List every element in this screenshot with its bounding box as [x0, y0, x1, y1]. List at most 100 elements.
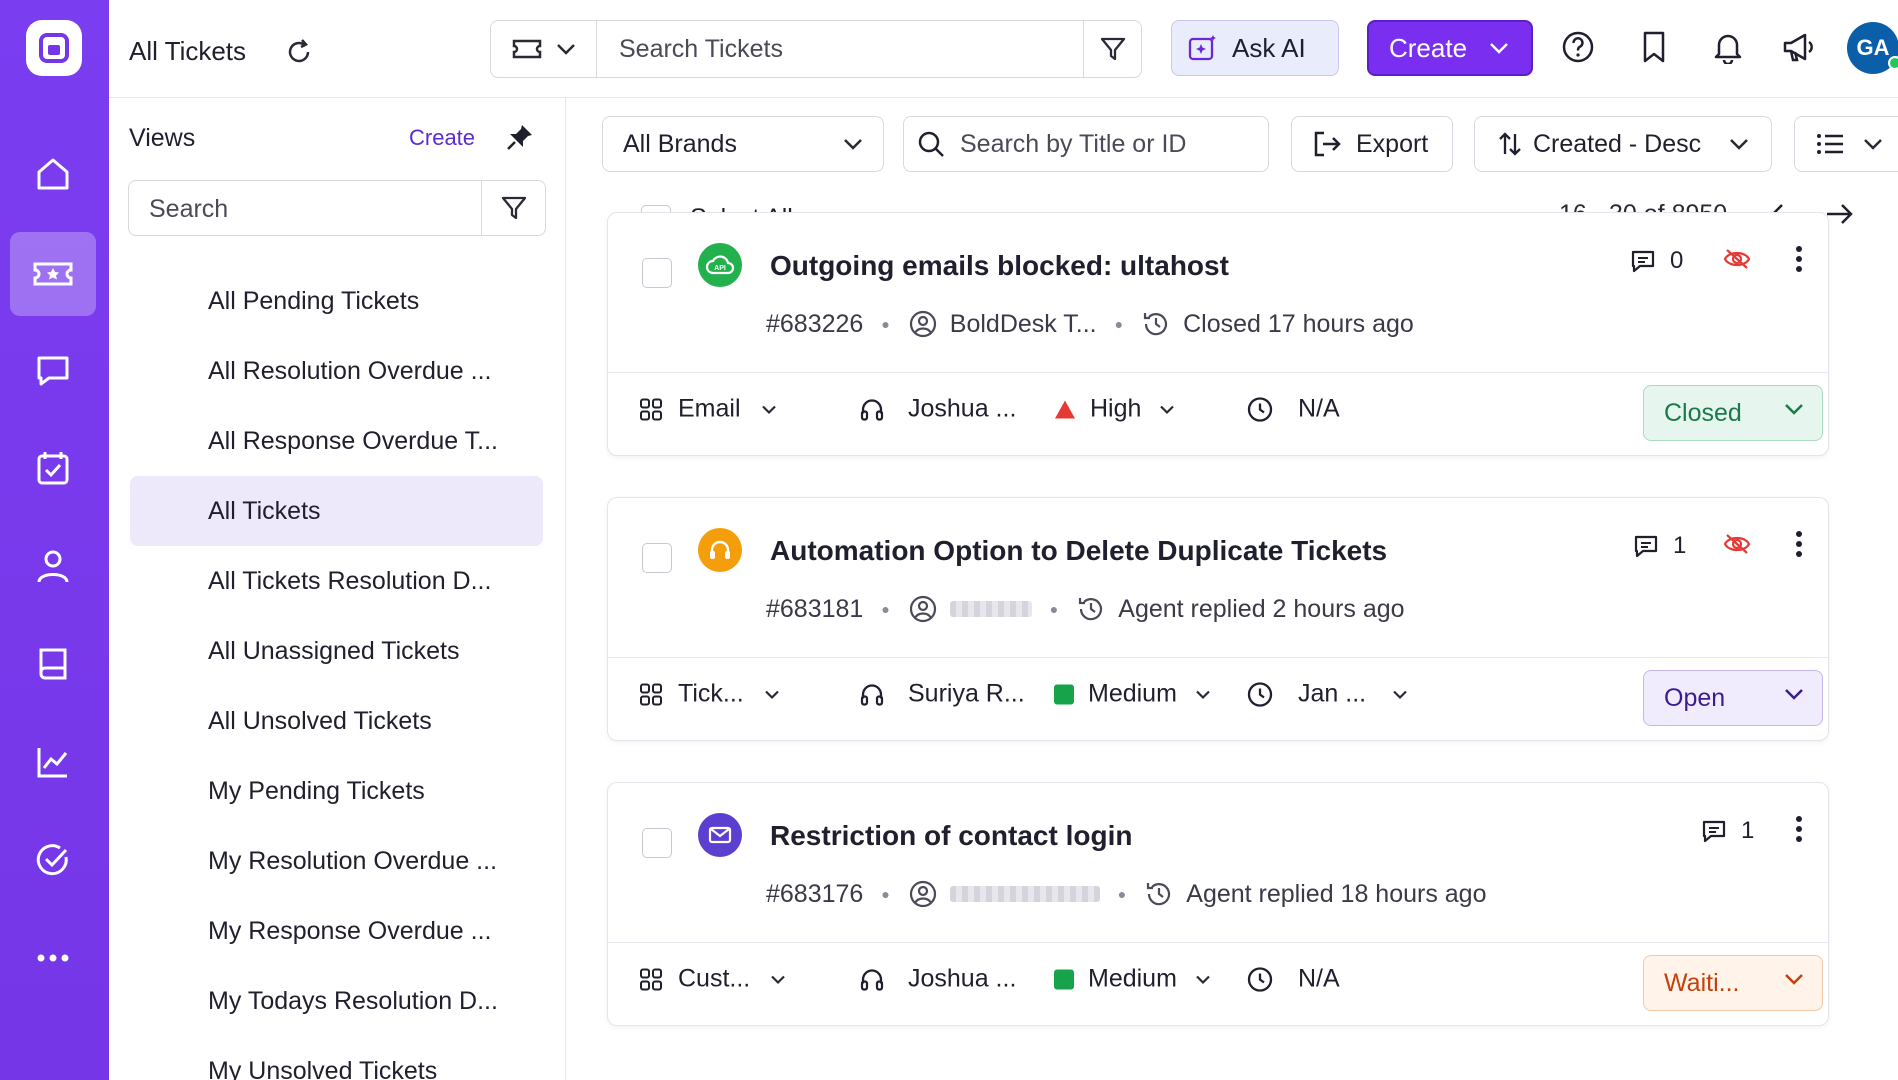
nav-tasks-icon[interactable] — [10, 426, 96, 510]
priority-select[interactable]: High — [1054, 395, 1175, 424]
more-options-icon[interactable] — [1794, 530, 1804, 558]
ticket-card[interactable]: API Outgoing emails blocked: ultahost #6… — [607, 212, 1829, 456]
view-item[interactable]: My Resolution Overdue ... — [130, 826, 543, 896]
ticket-title[interactable]: Outgoing emails blocked: ultahost — [770, 250, 1229, 282]
due-date-select[interactable]: N/A — [1246, 965, 1340, 994]
comment-icon — [1702, 820, 1726, 843]
search-icon — [918, 131, 944, 157]
views-title: Views — [129, 124, 196, 152]
card-divider — [608, 942, 1828, 943]
nav-home-icon[interactable] — [10, 132, 96, 216]
list-view-icon — [1817, 134, 1843, 154]
nav-contacts-icon[interactable] — [10, 524, 96, 608]
user-avatar[interactable]: GA — [1847, 22, 1898, 74]
view-item[interactable]: All Tickets Resolution D... — [130, 546, 543, 616]
refresh-icon[interactable] — [285, 38, 313, 66]
status-dropdown[interactable]: Open — [1643, 670, 1823, 726]
comment-count[interactable]: 1 — [1633, 532, 1686, 560]
filter-icon[interactable] — [1083, 21, 1141, 77]
channel-select[interactable]: Tick... — [638, 680, 780, 709]
ticket-checkbox[interactable] — [642, 828, 672, 858]
notification-bell-icon[interactable] — [1711, 30, 1745, 64]
nav-reports-icon[interactable] — [10, 720, 96, 804]
channel-select[interactable]: Email — [638, 395, 777, 424]
more-options-icon[interactable] — [1794, 245, 1804, 273]
layout-toggle[interactable] — [1794, 116, 1898, 172]
ticket-id[interactable]: #683226 — [766, 310, 863, 339]
help-icon[interactable] — [1561, 30, 1595, 64]
brands-dropdown[interactable]: All Brands — [602, 116, 884, 172]
views-filter-icon[interactable] — [481, 181, 545, 235]
card-divider — [608, 372, 1828, 373]
view-item[interactable]: All Resolution Overdue ... — [130, 336, 543, 406]
views-list: All Pending Tickets All Resolution Overdu… — [130, 266, 543, 1080]
nav-tickets-icon[interactable] — [10, 232, 96, 316]
create-button[interactable]: Create — [1367, 20, 1533, 76]
ask-ai-label: Ask AI — [1232, 32, 1306, 63]
search-type-select[interactable] — [491, 21, 597, 77]
status-dropdown[interactable]: Closed — [1643, 385, 1823, 441]
nav-knowledge-base-icon[interactable] — [10, 622, 96, 706]
sort-dropdown[interactable]: Created - Desc — [1474, 116, 1772, 172]
view-item[interactable]: All Unassigned Tickets — [130, 616, 543, 686]
online-status-dot — [1888, 56, 1898, 70]
ticket-list-area: All Brands Search by Title or ID Export … — [566, 98, 1898, 1080]
agent-name: Joshua ... — [908, 394, 1017, 423]
nav-more-icon[interactable] — [10, 916, 96, 1000]
ticket-meta: #683176 ● ● Agent replied 18 hours ago — [766, 879, 1487, 909]
nav-approvals-icon[interactable] — [10, 818, 96, 902]
view-item[interactable]: All Unsolved Tickets — [130, 686, 543, 756]
pin-icon[interactable] — [505, 122, 535, 152]
priority-select[interactable]: Medium — [1054, 965, 1211, 994]
ticket-activity: Agent replied 2 hours ago — [1118, 594, 1405, 623]
ticket-card[interactable]: Restriction of contact login #683176 ● ●… — [607, 782, 1829, 1026]
requester-name[interactable]: BoldDesk T... — [950, 310, 1097, 339]
export-button[interactable]: Export — [1291, 116, 1453, 172]
views-search-input[interactable]: Search — [149, 195, 228, 224]
view-item[interactable]: All Response Overdue T... — [130, 406, 543, 476]
hidden-eye-icon[interactable] — [1723, 532, 1751, 556]
comment-count[interactable]: 0 — [1630, 247, 1683, 275]
hidden-eye-icon[interactable] — [1723, 247, 1751, 271]
agent-name: Joshua ... — [908, 964, 1017, 993]
app-logo[interactable] — [26, 20, 82, 76]
due-date-select[interactable]: N/A — [1246, 395, 1340, 424]
ticket-card[interactable]: Automation Option to Delete Duplicate Ti… — [607, 497, 1829, 741]
ask-ai-button[interactable]: Ask AI — [1171, 20, 1339, 76]
clock-icon — [1247, 966, 1273, 992]
agent-select[interactable]: Suriya R... — [858, 680, 1025, 709]
user-circle-icon — [909, 310, 936, 338]
ticket-id[interactable]: #683181 — [766, 595, 863, 624]
channel-select[interactable]: Cust... — [638, 965, 786, 994]
agent-headset-icon — [860, 683, 884, 706]
nav-chat-icon[interactable] — [10, 328, 96, 412]
ticket-id[interactable]: #683176 — [766, 880, 863, 909]
ticket-title[interactable]: Restriction of contact login — [770, 820, 1132, 852]
card-divider — [608, 657, 1828, 658]
priority-select[interactable]: Medium — [1054, 680, 1211, 709]
views-create-link[interactable]: Create — [409, 125, 475, 151]
title-id-search[interactable]: Search by Title or ID — [903, 116, 1269, 172]
comment-count[interactable]: 1 — [1701, 817, 1754, 845]
view-item[interactable]: All Tickets — [130, 476, 543, 546]
status-dropdown[interactable]: Waiti... — [1643, 955, 1823, 1011]
announcement-icon[interactable] — [1781, 30, 1817, 64]
view-item[interactable]: My Todays Resolution D... — [130, 966, 543, 1036]
agent-select[interactable]: Joshua ... — [858, 395, 1016, 424]
agent-select[interactable]: Joshua ... — [858, 965, 1016, 994]
more-options-icon[interactable] — [1794, 815, 1804, 843]
comment-count-value: 1 — [1741, 817, 1755, 844]
ticket-checkbox[interactable] — [642, 543, 672, 573]
ticket-title[interactable]: Automation Option to Delete Duplicate Ti… — [770, 535, 1387, 567]
comment-count-value: 1 — [1673, 532, 1687, 559]
view-item[interactable]: My Unsolved Tickets — [130, 1036, 543, 1080]
api-cloud-icon: API — [698, 243, 742, 287]
ticket-checkbox[interactable] — [642, 258, 672, 288]
bookmark-icon[interactable] — [1639, 30, 1669, 64]
search-input[interactable]: Search Tickets — [619, 35, 783, 64]
due-date-select[interactable]: Jan ... — [1246, 680, 1408, 709]
view-item[interactable]: My Response Overdue ... — [130, 896, 543, 966]
due-date: N/A — [1298, 394, 1340, 423]
view-item[interactable]: All Pending Tickets — [130, 266, 543, 336]
view-item[interactable]: My Pending Tickets — [130, 756, 543, 826]
